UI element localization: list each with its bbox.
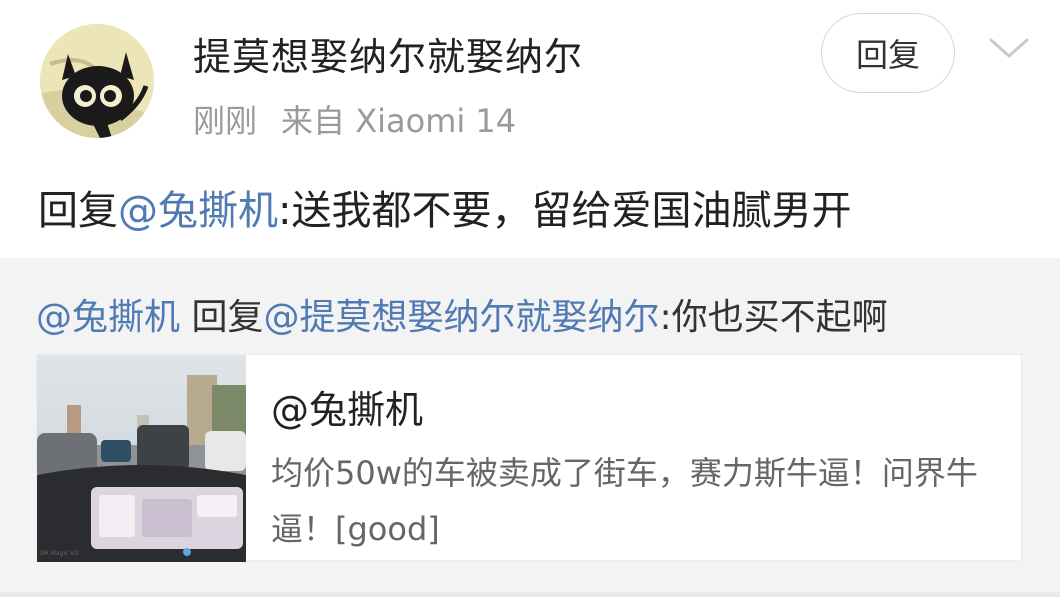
post-source: 来自 Xiaomi 14 <box>281 102 517 140</box>
post-content: 回复@兔撕机:送我都不要，留给爱国油腻男开 <box>38 178 851 236</box>
content-mention[interactable]: @兔撕机 <box>118 188 278 234</box>
content-text: :送我都不要，留给爱国油腻男开 <box>278 188 852 234</box>
quote-body: :你也买不起啊 <box>659 297 888 338</box>
quote-mention-target[interactable]: @提莫想娶纳尔就娶纳尔 <box>263 297 659 338</box>
username[interactable]: 提莫想娶纳尔就娶纳尔 <box>193 26 583 81</box>
post-meta: 刚刚 来自 Xiaomi 14 <box>193 96 516 142</box>
quote-reply-word: 回复 <box>180 297 264 338</box>
card-author[interactable]: @兔撕机 <box>271 379 423 434</box>
post-time: 刚刚 <box>193 102 258 140</box>
content-prefix: 回复 <box>38 188 118 234</box>
post-header: 提莫想娶纳尔就娶纳尔 刚刚 来自 Xiaomi 14 回复 <box>0 0 1060 160</box>
chevron-down-icon[interactable] <box>988 36 1030 60</box>
black-cat-avatar-icon <box>40 24 154 138</box>
quote-text: @兔撕机 回复@提莫想娶纳尔就娶纳尔:你也买不起啊 <box>36 288 888 340</box>
reply-button[interactable]: 回复 <box>821 13 955 93</box>
avatar[interactable] <box>40 24 154 138</box>
divider <box>0 592 1060 597</box>
car-dashboard-image: DR Magic V3 <box>37 355 246 562</box>
thumb-caption: DR Magic V3 <box>40 550 78 557</box>
card-description: 均价50w的车被卖成了街车，赛力斯牛逼！问界牛逼！[good] <box>271 454 978 548</box>
quote-mention-author[interactable]: @兔撕机 <box>36 297 180 338</box>
original-post-card[interactable]: DR Magic V3 @兔撕机 均价50w的车被卖成了街车，赛力斯牛逼！问界牛… <box>36 354 1022 562</box>
post-thumbnail[interactable]: DR Magic V3 <box>37 355 246 562</box>
quoted-reply[interactable]: @兔撕机 回复@提莫想娶纳尔就娶纳尔:你也买不起啊 DR Magic V3 @兔… <box>0 258 1060 597</box>
